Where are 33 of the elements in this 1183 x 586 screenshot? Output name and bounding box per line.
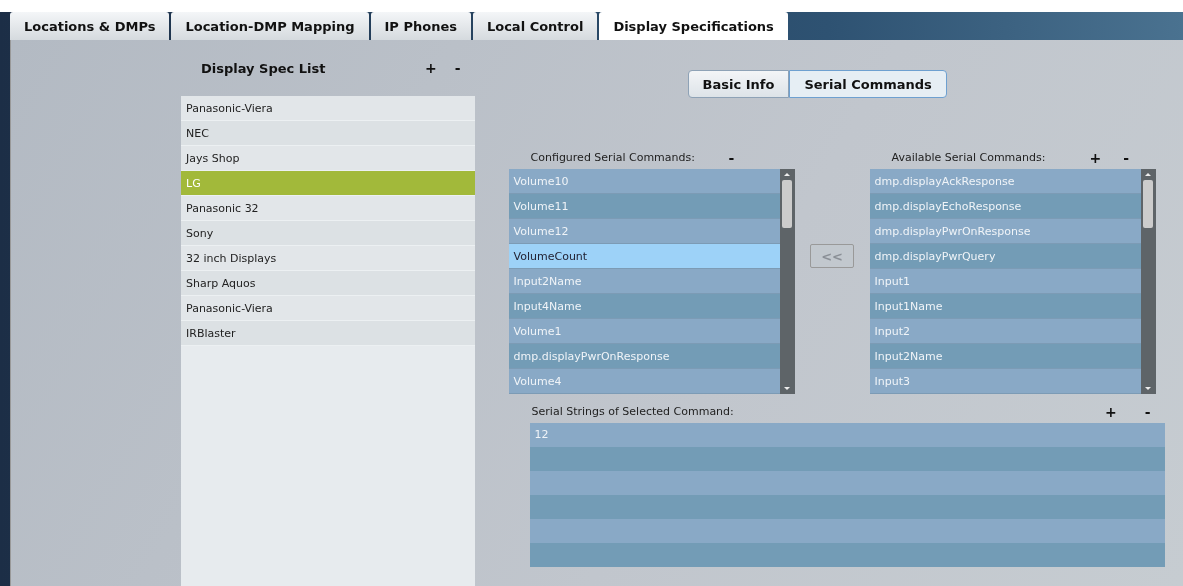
remove-button[interactable]: - xyxy=(450,60,465,76)
list-title: Available Serial Commands: xyxy=(891,151,1047,164)
list-title: Serial Strings of Selected Command: xyxy=(531,405,735,418)
remove-button[interactable]: - xyxy=(724,149,739,166)
list-item[interactable]: IRBlaster xyxy=(181,321,475,346)
empty-table-row[interactable] xyxy=(529,471,1165,495)
tab[interactable]: Display Specifications xyxy=(599,12,788,41)
empty-table-row[interactable] xyxy=(529,543,1165,567)
tab[interactable]: Locations & DMPs xyxy=(10,12,170,40)
command-item[interactable]: VolumeCount xyxy=(508,244,780,269)
list-item[interactable]: 32 inch Displays xyxy=(181,246,475,271)
add-button[interactable]: + xyxy=(1085,149,1106,166)
empty-table-row[interactable] xyxy=(529,447,1165,471)
tab[interactable]: Location-DMP Mapping xyxy=(171,12,369,40)
remove-button[interactable]: - xyxy=(1140,403,1155,420)
list-item[interactable]: Sharp Aquos xyxy=(181,271,475,296)
empty-table-row[interactable] xyxy=(529,519,1165,543)
segment-button[interactable]: Basic Info xyxy=(687,70,790,98)
list-item[interactable]: Jays Shop xyxy=(181,146,475,171)
list-item[interactable]: NEC xyxy=(181,121,475,146)
empty-table-row[interactable] xyxy=(529,495,1165,519)
add-button[interactable]: + xyxy=(421,60,441,76)
list-title: Display Spec List xyxy=(201,60,327,76)
segment-button[interactable]: Serial Commands xyxy=(789,70,947,98)
tab[interactable]: IP Phones xyxy=(370,12,471,40)
list-item[interactable]: Panasonic-Viera xyxy=(181,296,475,321)
add-button[interactable]: + xyxy=(1101,403,1121,420)
list-item[interactable]: Sony xyxy=(181,221,475,246)
list-item[interactable]: Panasonic-Viera xyxy=(181,96,475,121)
list-item[interactable]: Panasonic 32 xyxy=(181,196,475,221)
list-title: Configured Serial Commands: xyxy=(530,151,696,164)
remove-button[interactable]: - xyxy=(1119,149,1134,166)
tab[interactable]: Local Control xyxy=(472,12,598,40)
